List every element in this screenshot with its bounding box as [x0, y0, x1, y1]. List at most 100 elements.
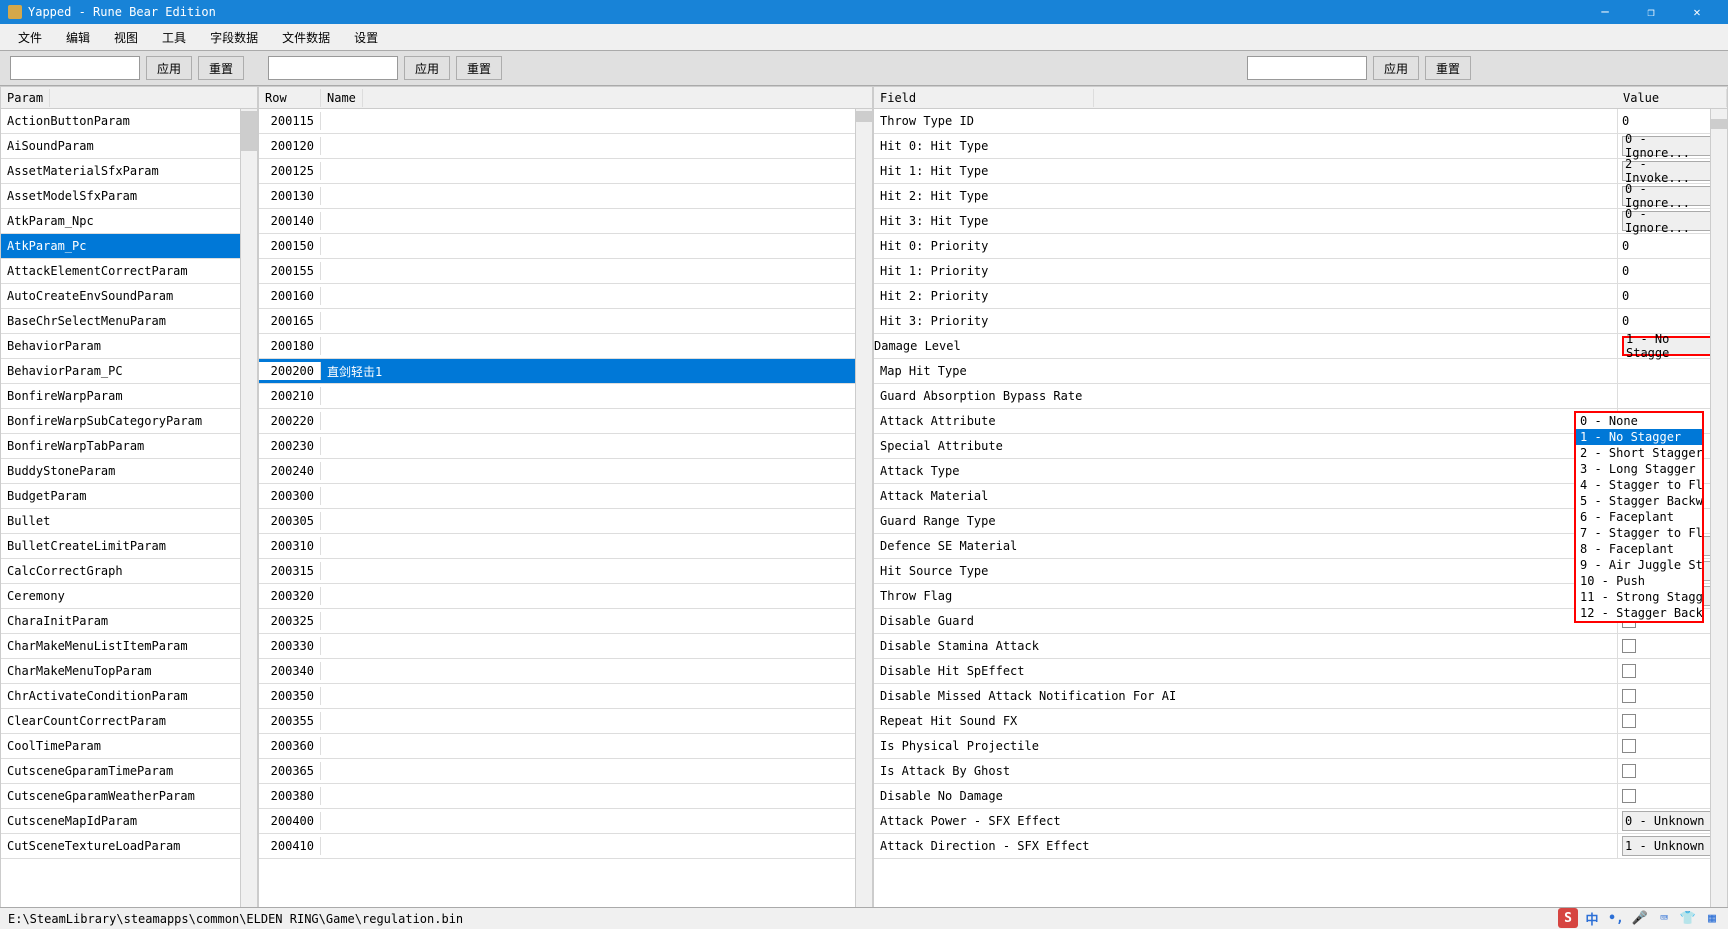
ime-tool-icon[interactable]: ▦	[1702, 908, 1722, 928]
param-row[interactable]: CutSceneTextureLoadParam	[1, 834, 257, 859]
menu-filedata[interactable]: 文件数据	[270, 25, 342, 50]
row-row[interactable]: 200125	[259, 159, 872, 184]
field-row[interactable]: Guard Absorption Bypass Rate	[874, 384, 1727, 409]
row-row[interactable]: 200180	[259, 334, 872, 359]
param-row[interactable]: AtkParam_Pc	[1, 234, 257, 259]
row-row[interactable]: 200200直剑轻击1	[259, 359, 872, 384]
field-reset-button[interactable]: 重置	[1425, 56, 1471, 80]
field-row[interactable]: Is Attack By Ghost	[874, 759, 1727, 784]
dropdown-option[interactable]: 8 - Faceplant	[1576, 541, 1702, 557]
row-row[interactable]: 200130	[259, 184, 872, 209]
dropdown-option[interactable]: 4 - Stagger to Floor	[1576, 477, 1702, 493]
row-filter-input[interactable]	[268, 56, 398, 80]
param-filter-input[interactable]	[10, 56, 140, 80]
field-dropdown[interactable]: 0 - Ignore...⌄	[1622, 186, 1723, 206]
param-row[interactable]: CharMakeMenuTopParam	[1, 659, 257, 684]
row-scrollbar[interactable]	[855, 109, 872, 917]
param-row[interactable]: CutsceneMapIdParam	[1, 809, 257, 834]
field-row[interactable]: Hit 1: Priority0	[874, 259, 1727, 284]
field-filter-input[interactable]	[1247, 56, 1367, 80]
menu-fielddata[interactable]: 字段数据	[198, 25, 270, 50]
menu-view[interactable]: 视图	[102, 25, 150, 50]
field-scrollbar[interactable]	[1710, 109, 1727, 917]
param-row[interactable]: AiSoundParam	[1, 134, 257, 159]
row-row[interactable]: 200325	[259, 609, 872, 634]
field-row[interactable]: Hit 1: Hit Type2 - Invoke...⌄	[874, 159, 1727, 184]
row-row[interactable]: 200400	[259, 809, 872, 834]
param-row[interactable]: ChrActivateConditionParam	[1, 684, 257, 709]
field-checkbox[interactable]	[1622, 789, 1636, 803]
row-row[interactable]: 200210	[259, 384, 872, 409]
field-row[interactable]: Repeat Hit Sound FX	[874, 709, 1727, 734]
field-checkbox[interactable]	[1622, 764, 1636, 778]
field-row[interactable]: Hit 0: Hit Type0 - Ignore...⌄	[874, 134, 1727, 159]
param-scrollbar[interactable]	[240, 109, 257, 917]
field-row[interactable]: Hit 0: Priority0	[874, 234, 1727, 259]
field-row[interactable]: Hit 3: Hit Type0 - Ignore...⌄	[874, 209, 1727, 234]
field-row[interactable]: Hit 2: Priority0	[874, 284, 1727, 309]
field-row[interactable]: Is Physical Projectile	[874, 734, 1727, 759]
param-row[interactable]: BehaviorParam	[1, 334, 257, 359]
field-row[interactable]: Throw Type ID0	[874, 109, 1727, 134]
row-row[interactable]: 200300	[259, 484, 872, 509]
dropdown-option[interactable]: 1 - No Stagger	[1576, 429, 1702, 445]
field-checkbox[interactable]	[1622, 739, 1636, 753]
dropdown-option[interactable]: 11 - Strong Stagger	[1576, 589, 1702, 605]
row-row[interactable]: 200305	[259, 509, 872, 534]
param-row[interactable]: BonfireWarpSubCategoryParam	[1, 409, 257, 434]
row-row[interactable]: 200310	[259, 534, 872, 559]
param-grid[interactable]: Param ActionButtonParamAiSoundParamAsset…	[0, 86, 258, 918]
field-row[interactable]: Disable No Damage	[874, 784, 1727, 809]
param-row[interactable]: AssetMaterialSfxParam	[1, 159, 257, 184]
dropdown-option[interactable]: 5 - Stagger Backward	[1576, 493, 1702, 509]
row-row[interactable]: 200155	[259, 259, 872, 284]
field-checkbox[interactable]	[1622, 639, 1636, 653]
field-checkbox[interactable]	[1622, 689, 1636, 703]
dropdown-option[interactable]: 9 - Air Juggle Stag	[1576, 557, 1702, 573]
dropdown-option[interactable]: 2 - Short Stagger	[1576, 445, 1702, 461]
row-row[interactable]: 200365	[259, 759, 872, 784]
field-dropdown[interactable]: 1 - Unknown⌄	[1622, 836, 1723, 856]
damage-level-dropdown-popup[interactable]: 0 - None1 - No Stagger2 - Short Stagger3…	[1574, 411, 1704, 623]
field-dropdown[interactable]: 2 - Invoke...⌄	[1622, 161, 1723, 181]
field-row[interactable]: Attack Power - SFX Effect0 - Unknown⌄	[874, 809, 1727, 834]
field-row[interactable]: Map Hit Type	[874, 359, 1727, 384]
field-row[interactable]: Hit 3: Priority0	[874, 309, 1727, 334]
param-apply-button[interactable]: 应用	[146, 56, 192, 80]
menu-file[interactable]: 文件	[6, 25, 54, 50]
field-checkbox[interactable]	[1622, 714, 1636, 728]
param-row[interactable]: CalcCorrectGraph	[1, 559, 257, 584]
field-row[interactable]: Disable Hit SpEffect	[874, 659, 1727, 684]
row-row[interactable]: 200330	[259, 634, 872, 659]
field-dropdown[interactable]: 0 - Ignore...⌄	[1622, 136, 1723, 156]
ime-punct-icon[interactable]: •,	[1606, 908, 1626, 928]
row-row[interactable]: 200320	[259, 584, 872, 609]
field-dropdown[interactable]: 1 - No Stagge⌄	[1622, 336, 1723, 356]
dropdown-option[interactable]: 7 - Stagger to Floor	[1576, 525, 1702, 541]
param-row[interactable]: BonfireWarpTabParam	[1, 434, 257, 459]
param-row[interactable]: Bullet	[1, 509, 257, 534]
param-row[interactable]: AutoCreateEnvSoundParam	[1, 284, 257, 309]
row-row[interactable]: 200410	[259, 834, 872, 859]
param-reset-button[interactable]: 重置	[198, 56, 244, 80]
field-grid[interactable]: Field Value Throw Type ID0Hit 0: Hit Typ…	[873, 86, 1728, 918]
menu-settings[interactable]: 设置	[342, 25, 390, 50]
row-row[interactable]: 200120	[259, 134, 872, 159]
menu-edit[interactable]: 编辑	[54, 25, 102, 50]
minimize-button[interactable]: ─	[1582, 0, 1628, 24]
param-row[interactable]: CharaInitParam	[1, 609, 257, 634]
ime-lang-icon[interactable]: 中	[1582, 908, 1602, 928]
ime-skin-icon[interactable]: 👕	[1678, 908, 1698, 928]
row-row[interactable]: 200150	[259, 234, 872, 259]
row-row[interactable]: 200220	[259, 409, 872, 434]
row-row[interactable]: 200240	[259, 459, 872, 484]
field-row[interactable]: Hit 2: Hit Type0 - Ignore...⌄	[874, 184, 1727, 209]
row-row[interactable]: 200230	[259, 434, 872, 459]
field-dropdown[interactable]: 0 - Ignore...⌄	[1622, 211, 1723, 231]
dropdown-option[interactable]: 10 - Push	[1576, 573, 1702, 589]
field-row[interactable]: Disable Stamina Attack	[874, 634, 1727, 659]
param-row[interactable]: BehaviorParam_PC	[1, 359, 257, 384]
sogou-ime-icon[interactable]: S	[1558, 908, 1578, 928]
row-apply-button[interactable]: 应用	[404, 56, 450, 80]
param-row[interactable]: ClearCountCorrectParam	[1, 709, 257, 734]
